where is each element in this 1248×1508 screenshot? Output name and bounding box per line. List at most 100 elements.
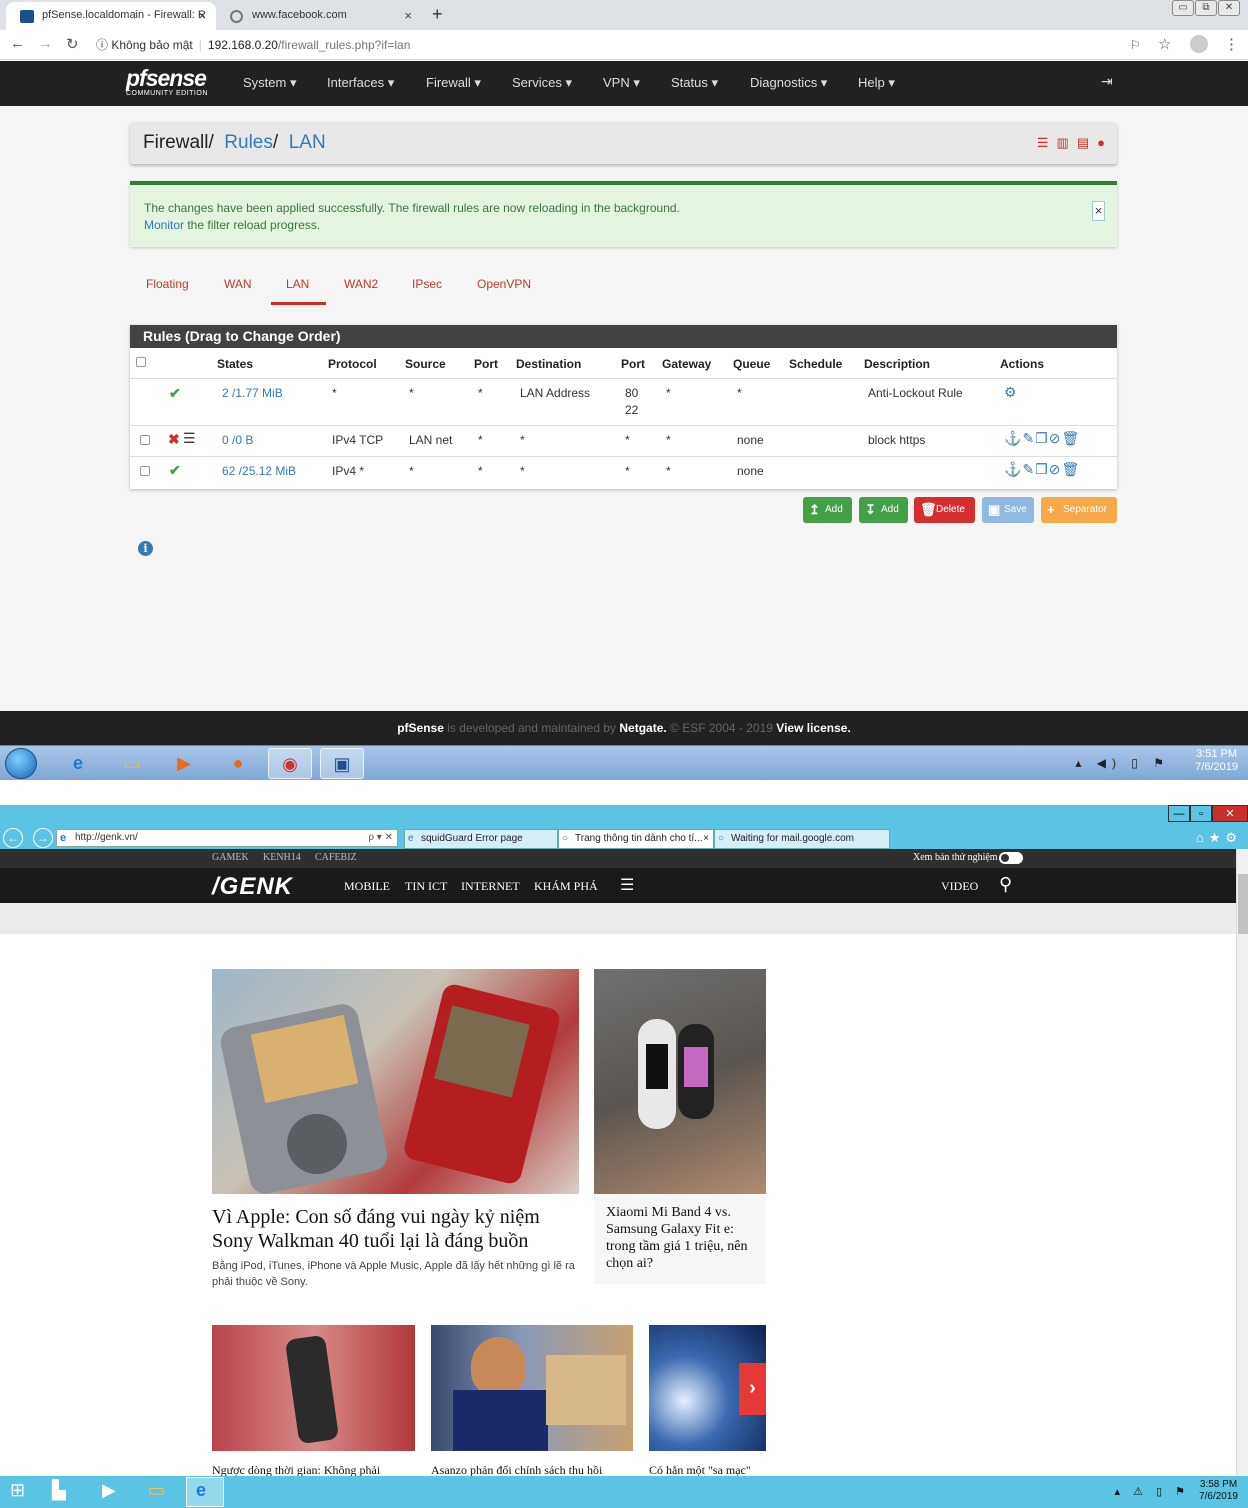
windows-start-icon[interactable]: ⊞ xyxy=(10,1480,25,1501)
table-icon[interactable]: ▤ xyxy=(1077,135,1089,151)
add-bottom-button[interactable]: ↧ Add xyxy=(859,497,908,523)
walkman-ipod-image[interactable] xyxy=(212,969,579,1194)
trash-icon[interactable]: 🗑 xyxy=(1061,430,1080,446)
pfsense-logo[interactable]: pfsense COMMUNITY EDITION xyxy=(126,67,208,98)
start-orb-icon[interactable] xyxy=(5,748,37,779)
side-article-title[interactable]: Xiaomi Mi Band 4 vs. Samsung Galaxy Fit … xyxy=(606,1204,756,1272)
pencil-icon[interactable]: ✎ xyxy=(1022,461,1035,477)
close-window-button[interactable]: ✕ xyxy=(1218,0,1240,16)
vertical-scrollbar[interactable] xyxy=(1236,849,1248,1476)
clock[interactable]: 3:58 PM 7/6/2019 xyxy=(1199,1479,1238,1503)
chrome-taskbar-icon[interactable]: ◉ xyxy=(268,748,312,779)
sliders-icon[interactable]: ☰ xyxy=(1037,135,1049,151)
rule-states[interactable]: 62 /25.12 MiB xyxy=(222,464,296,478)
add-top-button[interactable]: ↥ Add xyxy=(803,497,852,523)
ie-tab-gmail[interactable]: ○ Waiting for mail.google.com xyxy=(714,829,890,849)
minimize-button[interactable]: — xyxy=(1168,805,1190,822)
license-link[interactable]: View license. xyxy=(776,721,851,735)
netgate-link[interactable]: Netgate. xyxy=(619,721,666,735)
forward-arrow-icon[interactable]: → xyxy=(38,35,53,52)
back-arrow-icon[interactable]: ← xyxy=(10,35,25,52)
rule-states[interactable]: 2 /1.77 MiB xyxy=(222,386,283,400)
next-arrow-button[interactable]: › xyxy=(739,1363,766,1415)
ie-taskbar-icon[interactable]: e xyxy=(56,748,100,779)
ie-address-bar[interactable]: e http://genk.vn/ ρ ▾ ✕ xyxy=(56,829,398,847)
scroll-thumb[interactable] xyxy=(1238,874,1248,934)
ie-taskbar-icon[interactable]: e xyxy=(196,1480,206,1501)
explorer-taskbar-icon[interactable]: ▭ xyxy=(148,1480,165,1501)
menu-diagnostics[interactable]: Diagnostics ▾ xyxy=(750,75,827,91)
profile-avatar-icon[interactable] xyxy=(1190,35,1208,53)
home-icon[interactable]: ⌂ xyxy=(1196,830,1209,845)
maximize-button[interactable]: ⧉ xyxy=(1195,0,1217,16)
powershell-icon[interactable]: ▶ xyxy=(102,1480,116,1501)
bottom-article-title-2[interactable]: Asanzo phản đối chính sách thu hồi xyxy=(431,1463,633,1476)
translate-icon[interactable]: ⚐ xyxy=(1130,38,1141,52)
clock[interactable]: 3:51 PM 7/6/2019 xyxy=(1195,748,1238,774)
bookmark-star-icon[interactable]: ☆ xyxy=(1158,35,1171,53)
main-article-title[interactable]: Vì Apple: Con số đáng vui ngày kỷ niệm S… xyxy=(212,1205,579,1253)
bottom-article-title-1[interactable]: Ngược dòng thời gian: Không phải xyxy=(212,1463,415,1476)
gear-icon[interactable]: ⚙ xyxy=(1004,384,1018,401)
server-manager-icon[interactable]: ▙ xyxy=(52,1480,66,1501)
remote-desktop-taskbar-icon[interactable]: ▣ xyxy=(320,748,364,779)
link-gamek[interactable]: GAMEK xyxy=(212,852,249,863)
close-window-button[interactable]: ✕ xyxy=(1212,805,1248,822)
tab-facebook[interactable]: www.facebook.com × xyxy=(216,2,422,30)
forward-arrow-icon[interactable]: → xyxy=(33,828,53,848)
firefox-taskbar-icon[interactable]: ● xyxy=(216,748,260,779)
anchor-icon[interactable]: ⚓ xyxy=(1004,461,1022,477)
search-icon[interactable]: ⚲ xyxy=(999,874,1012,895)
media-player-taskbar-icon[interactable]: ▶ xyxy=(162,748,206,779)
gear-icon[interactable]: ⚙ xyxy=(1225,830,1242,845)
tab-close-icon[interactable]: × xyxy=(198,8,206,23)
copy-icon[interactable]: ❐ xyxy=(1035,430,1049,446)
tab-ipsec[interactable]: IPsec xyxy=(412,277,442,291)
tab-close-icon[interactable]: × xyxy=(404,8,412,23)
phone-image[interactable] xyxy=(212,1325,415,1451)
bar-chart-icon[interactable]: ▥ xyxy=(1057,135,1069,151)
tray-icons[interactable]: ▴ ⚠ ▯ ⚑ xyxy=(1115,1485,1190,1498)
tab-wan2[interactable]: WAN2 xyxy=(344,277,378,291)
menu-video[interactable]: VIDEO xyxy=(941,879,978,894)
select-all-checkbox[interactable] xyxy=(136,357,146,367)
disable-icon[interactable]: ⊘ xyxy=(1049,430,1062,446)
tray-icons[interactable]: ▴ ◀) ▯ ⚑ xyxy=(1075,756,1170,770)
new-tab-button[interactable]: + xyxy=(432,4,443,25)
tab-lan[interactable]: LAN xyxy=(286,277,309,291)
logout-icon[interactable]: ⇥ xyxy=(1101,73,1113,90)
anchor-icon[interactable]: ⚓ xyxy=(1004,430,1022,446)
link-kenh14[interactable]: KENH14 xyxy=(263,852,301,863)
hamburger-menu-icon[interactable]: ☰ xyxy=(620,875,634,895)
copy-icon[interactable]: ❐ xyxy=(1035,461,1049,477)
asanzo-image[interactable] xyxy=(431,1325,633,1451)
bottom-article-title-3[interactable]: Có hẳn một "sa mạc" xyxy=(649,1463,766,1476)
mi-band-image[interactable] xyxy=(594,969,766,1194)
breadcrumb-rules-link[interactable]: Rules xyxy=(224,132,273,153)
address-bar[interactable]: ⓘ Không bảo mật | 192.168.0.20/firewall_ru… xyxy=(96,33,1146,57)
ie-tab-squidguard[interactable]: e squidGuard Error page xyxy=(404,829,558,849)
rule-checkbox[interactable] xyxy=(140,466,150,476)
rule-checkbox[interactable] xyxy=(140,435,150,445)
menu-dots-icon[interactable]: ⋮ xyxy=(1224,35,1239,53)
breadcrumb-lan-link[interactable]: LAN xyxy=(289,132,326,153)
menu-mobile[interactable]: MOBILE xyxy=(344,879,390,894)
minimize-button[interactable]: ▭ xyxy=(1172,0,1194,16)
menu-internet[interactable]: INTERNET xyxy=(461,879,520,894)
favorites-star-icon[interactable]: ★ xyxy=(1209,830,1226,845)
link-cafebiz[interactable]: CAFEBIZ xyxy=(315,852,357,863)
menu-firewall[interactable]: Firewall ▾ xyxy=(426,75,481,91)
tab-pfsense[interactable]: pfSense.localdomain - Firewall: R × xyxy=(6,2,216,30)
maximize-button[interactable]: ▫ xyxy=(1190,805,1212,822)
tab-floating[interactable]: Floating xyxy=(146,277,189,291)
delete-button[interactable]: 🗑 Delete xyxy=(914,497,975,523)
menu-vpn[interactable]: VPN ▾ xyxy=(603,75,640,91)
rule-states[interactable]: 0 /0 B xyxy=(222,433,253,447)
menu-help[interactable]: Help ▾ xyxy=(858,75,895,91)
beta-toggle[interactable] xyxy=(999,852,1023,864)
genk-logo[interactable]: /GENK xyxy=(212,873,293,901)
menu-tin-ict[interactable]: TIN ICT xyxy=(405,879,447,894)
menu-interfaces[interactable]: Interfaces ▾ xyxy=(327,75,394,91)
search-refresh-icons[interactable]: ρ ▾ ✕ xyxy=(368,830,393,846)
info-icon[interactable]: i xyxy=(138,541,153,556)
